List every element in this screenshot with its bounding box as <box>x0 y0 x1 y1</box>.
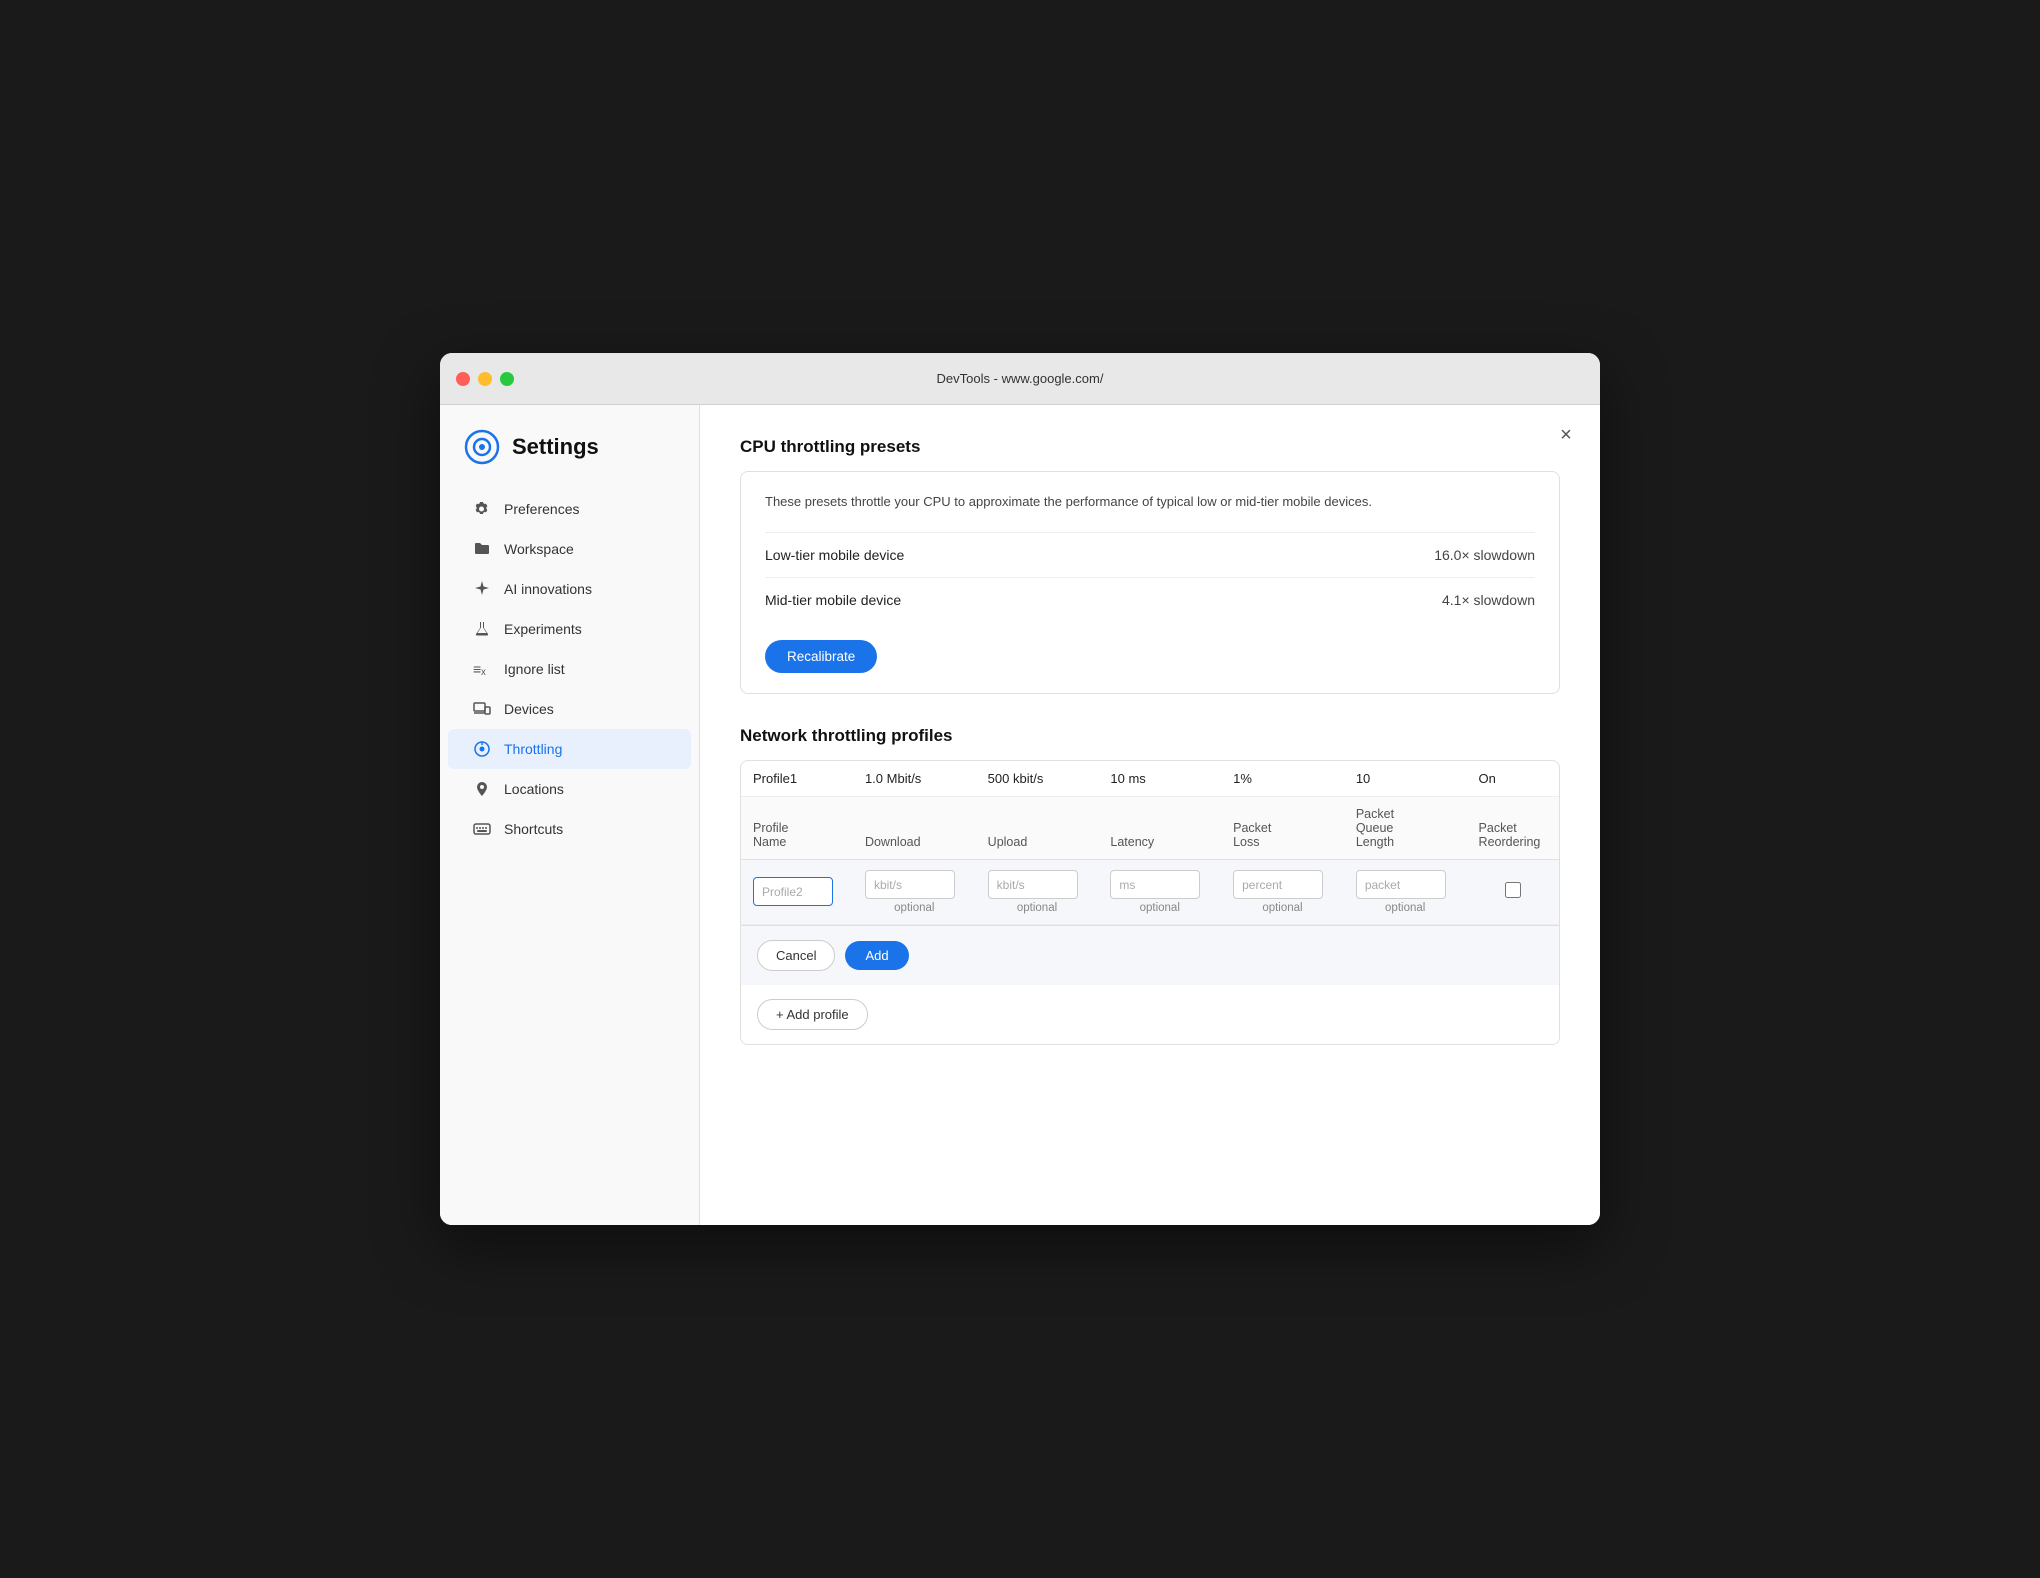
col-header-name: ProfileName <box>741 796 853 859</box>
network-table: Profile1 1.0 Mbit/s 500 kbit/s 10 ms 1% … <box>741 761 1559 925</box>
latency-input[interactable] <box>1110 870 1200 899</box>
sidebar: Settings Preferences <box>440 405 700 1225</box>
titlebar: DevTools - www.google.com/ <box>440 353 1600 405</box>
sidebar-label-devices: Devices <box>504 701 554 717</box>
add-profile-row: + Add profile <box>741 985 1559 1044</box>
form-actions: Cancel Add <box>741 925 1559 985</box>
gear-icon <box>472 499 492 519</box>
new-profile-form-row: optional optional optional optional <box>741 859 1559 924</box>
sidebar-label-preferences: Preferences <box>504 501 579 517</box>
sidebar-label-experiments: Experiments <box>504 621 582 637</box>
reorder-checkbox[interactable] <box>1505 882 1521 898</box>
cancel-button[interactable]: Cancel <box>757 940 835 971</box>
cpu-row-mid-label: Mid-tier mobile device <box>765 592 901 608</box>
upload-input[interactable] <box>988 870 1078 899</box>
col-header-upload: Upload <box>976 796 1099 859</box>
throttle-icon <box>472 739 492 759</box>
upload-optional-label: optional <box>988 902 1087 914</box>
cpu-row-low-value: 16.0× slowdown <box>1434 547 1535 563</box>
sidebar-item-preferences[interactable]: Preferences <box>448 489 691 529</box>
latency-optional-label: optional <box>1110 902 1209 914</box>
profile1-queue: 10 <box>1344 761 1467 797</box>
sidebar-item-devices[interactable]: Devices <box>448 689 691 729</box>
sidebar-item-experiments[interactable]: Experiments <box>448 609 691 649</box>
sidebar-item-locations[interactable]: Locations <box>448 769 691 809</box>
folder-icon <box>472 539 492 559</box>
sidebar-title: Settings <box>512 434 599 460</box>
form-latency-cell: optional <box>1098 859 1221 924</box>
sidebar-label-ignorelist: Ignore list <box>504 661 565 677</box>
table-header-row: ProfileName Download Upload Latency Pack… <box>741 796 1559 859</box>
sidebar-nav: Preferences Workspace <box>440 489 699 849</box>
network-throttling-box: Profile1 1.0 Mbit/s 500 kbit/s 10 ms 1% … <box>740 760 1560 1045</box>
close-button[interactable]: × <box>1552 421 1580 449</box>
profile1-upload: 500 kbit/s <box>976 761 1099 797</box>
sidebar-label-shortcuts: Shortcuts <box>504 821 563 837</box>
sidebar-label-ai: AI innovations <box>504 581 592 597</box>
filter-icon: ≡ₓ <box>472 659 492 679</box>
network-section-title: Network throttling profiles <box>740 726 1560 746</box>
sidebar-item-ignorelist[interactable]: ≡ₓ Ignore list <box>448 649 691 689</box>
devtools-icon <box>464 429 500 465</box>
form-reorder-cell <box>1467 859 1559 924</box>
sidebar-item-shortcuts[interactable]: Shortcuts <box>448 809 691 849</box>
cpu-row-low-label: Low-tier mobile device <box>765 547 904 563</box>
cpu-row-mid-value: 4.1× slowdown <box>1442 592 1535 608</box>
queue-optional-label: optional <box>1356 902 1455 914</box>
add-profile-button[interactable]: + Add profile <box>757 999 868 1030</box>
sidebar-item-workspace[interactable]: Workspace <box>448 529 691 569</box>
col-header-queue: PacketQueueLength <box>1344 796 1467 859</box>
profile1-latency: 10 ms <box>1098 761 1221 797</box>
form-queue-cell: optional <box>1344 859 1467 924</box>
sidebar-label-throttling: Throttling <box>504 741 562 757</box>
sidebar-item-throttling[interactable]: Throttling <box>448 729 691 769</box>
maximize-traffic-light[interactable] <box>500 372 514 386</box>
cpu-row-mid: Mid-tier mobile device 4.1× slowdown <box>765 577 1535 622</box>
cpu-section-title: CPU throttling presets <box>740 437 1560 457</box>
sidebar-header: Settings <box>440 429 699 489</box>
sidebar-label-locations: Locations <box>504 781 564 797</box>
recalibrate-button[interactable]: Recalibrate <box>765 640 877 673</box>
minimize-traffic-light[interactable] <box>478 372 492 386</box>
form-loss-cell: optional <box>1221 859 1344 924</box>
col-header-loss: PacketLoss <box>1221 796 1344 859</box>
col-header-latency: Latency <box>1098 796 1221 859</box>
profile1-download: 1.0 Mbit/s <box>853 761 976 797</box>
svg-text:≡ₓ: ≡ₓ <box>473 661 486 677</box>
profile-data-row: Profile1 1.0 Mbit/s 500 kbit/s 10 ms 1% … <box>741 761 1559 797</box>
download-input[interactable] <box>865 870 955 899</box>
download-optional-label: optional <box>865 902 964 914</box>
cpu-row-low: Low-tier mobile device 16.0× slowdown <box>765 532 1535 577</box>
add-button[interactable]: Add <box>845 941 908 970</box>
main-content: × CPU throttling presets These presets t… <box>700 405 1600 1225</box>
form-download-cell: optional <box>853 859 976 924</box>
window-title: DevTools - www.google.com/ <box>937 371 1104 386</box>
devtools-window: DevTools - www.google.com/ Settings <box>440 353 1600 1225</box>
window-body: Settings Preferences <box>440 405 1600 1225</box>
traffic-lights <box>456 372 514 386</box>
profile-name-input[interactable] <box>753 877 833 906</box>
loss-optional-label: optional <box>1233 902 1332 914</box>
profile1-name: Profile1 <box>741 761 853 797</box>
form-name-cell <box>741 859 853 924</box>
loss-input[interactable] <box>1233 870 1323 899</box>
close-traffic-light[interactable] <box>456 372 470 386</box>
sidebar-item-ai[interactable]: AI innovations <box>448 569 691 609</box>
profile1-reorder: On <box>1467 761 1559 797</box>
cpu-throttling-box: These presets throttle your CPU to appro… <box>740 471 1560 694</box>
sparkle-icon <box>472 579 492 599</box>
flask-icon <box>472 619 492 639</box>
form-upload-cell: optional <box>976 859 1099 924</box>
pin-icon <box>472 779 492 799</box>
devices-icon <box>472 699 492 719</box>
col-header-download: Download <box>853 796 976 859</box>
keyboard-icon <box>472 819 492 839</box>
queue-input[interactable] <box>1356 870 1446 899</box>
cpu-description: These presets throttle your CPU to appro… <box>765 492 1485 512</box>
profile1-loss: 1% <box>1221 761 1344 797</box>
col-header-reorder: PacketReordering <box>1467 796 1559 859</box>
sidebar-label-workspace: Workspace <box>504 541 574 557</box>
